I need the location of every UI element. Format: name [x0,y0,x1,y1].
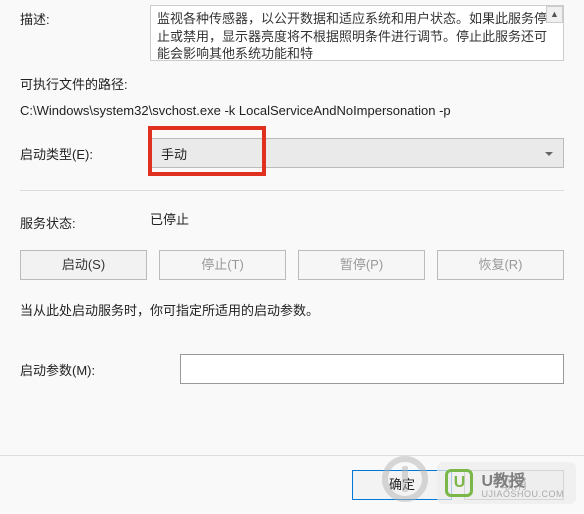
stop-button: 停止(T) [159,250,286,280]
start-params-row: 启动参数(M): [20,354,564,384]
description-row: 描述: 监视各种传感器，以公开数据和适应系统和用户状态。如果此服务停止或禁用，显… [20,5,564,61]
content-area: 描述: 监视各种传感器，以公开数据和适应系统和用户状态。如果此服务停止或禁用，显… [0,0,584,384]
description-label: 描述: [20,5,150,28]
startup-type-dropdown[interactable]: 手动 [150,138,564,168]
pause-button: 暂停(P) [298,250,425,280]
startup-type-label: 启动类型(E): [20,144,150,163]
startup-type-value: 手动 [161,144,187,163]
start-button[interactable]: 启动(S) [20,250,147,280]
cancel-button[interactable]: 取消 [464,470,564,500]
dialog-footer: 确定 取消 [0,455,584,514]
service-status-row: 服务状态: 已停止 [20,209,564,232]
exe-path-label: 可执行文件的路径: [20,75,564,95]
divider [20,190,564,191]
startup-note: 当从此处启动服务时，你可指定所适用的启动参数。 [20,302,564,320]
description-textbox[interactable]: 监视各种传感器，以公开数据和适应系统和用户状态。如果此服务停止或禁用，显示器亮度… [150,5,564,61]
control-buttons: 启动(S) 停止(T) 暂停(P) 恢复(R) [20,250,564,280]
service-status-value: 已停止 [150,209,189,232]
start-params-label: 启动参数(M): [20,360,180,379]
description-text: 监视各种传感器，以公开数据和适应系统和用户状态。如果此服务停止或禁用，显示器亮度… [157,11,547,61]
scroll-up-icon[interactable]: ▲ [546,6,563,23]
service-status-label: 服务状态: [20,209,150,232]
exe-path-value: C:\Windows\system32\svchost.exe -k Local… [20,101,564,121]
resume-button: 恢复(R) [437,250,564,280]
exe-path-block: 可执行文件的路径: C:\Windows\system32\svchost.ex… [20,75,564,120]
service-properties-dialog: 描述: 监视各种传感器，以公开数据和适应系统和用户状态。如果此服务停止或禁用，显… [0,0,584,514]
start-params-input[interactable] [180,354,564,384]
startup-type-row: 启动类型(E): 手动 [20,138,564,168]
ok-button[interactable]: 确定 [352,470,452,500]
